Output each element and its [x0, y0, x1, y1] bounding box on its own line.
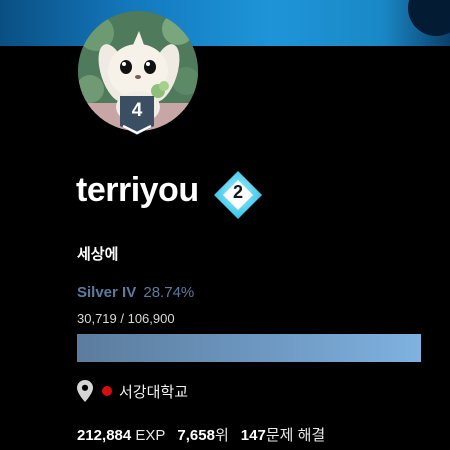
- map-pin-icon: [77, 380, 93, 402]
- red-dot-icon: [102, 386, 112, 396]
- exp-label: EXP: [135, 427, 166, 444]
- class-badge-number: 2: [232, 182, 243, 202]
- rank-suffix: 위: [214, 427, 229, 444]
- rank-value: 7,658: [177, 427, 215, 444]
- tier-name: Silver IV: [77, 284, 137, 301]
- organization-name[interactable]: 서강대학교: [119, 381, 188, 402]
- organization: 서강대학교: [77, 380, 188, 402]
- tier-badge: 4: [120, 96, 154, 138]
- profile-bio: 세상에: [77, 246, 119, 263]
- solved-label: 문제 해결: [265, 427, 326, 444]
- tier-percent: 28.74%: [143, 284, 195, 301]
- profile-banner: [0, 0, 450, 46]
- banner-decoration: [408, 0, 450, 36]
- class-badge[interactable]: 2: [212, 169, 264, 221]
- solved-value: 147: [240, 427, 266, 444]
- tier-line: Silver IV 28.74%: [77, 284, 194, 301]
- user-handle: terriyou: [76, 171, 199, 209]
- tier-badge-number: 4: [131, 100, 143, 121]
- exp-value: 212,884: [77, 427, 132, 444]
- profile-stats: 212,884 EXP 7,658위 147문제 해결: [77, 424, 325, 445]
- exp-progress-bar: [77, 334, 421, 362]
- exp-ratio: 30,719 / 106,900: [77, 311, 175, 326]
